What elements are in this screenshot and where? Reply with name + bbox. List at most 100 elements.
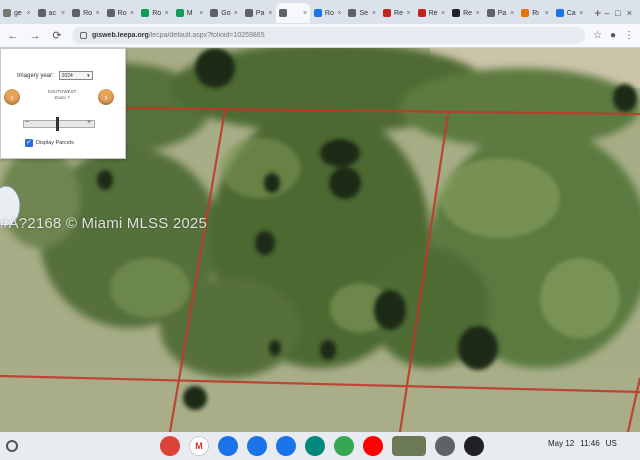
tab-title: Re — [394, 9, 403, 17]
tab-close-icon[interactable]: × — [337, 10, 341, 17]
close-window-icon[interactable]: × — [627, 8, 632, 18]
pan-left-button[interactable]: ‹ — [4, 89, 20, 105]
mls-watermark: #A?2168 © Miami MLSS 2025 — [0, 215, 207, 232]
phone-icon[interactable] — [435, 436, 455, 456]
forward-icon[interactable]: → — [28, 30, 42, 42]
minimize-icon[interactable]: – — [604, 8, 609, 18]
profile-icon[interactable]: ● — [610, 30, 616, 41]
browser-tab[interactable]: Ro × — [69, 3, 103, 23]
tab-title: Ri — [532, 9, 539, 17]
zoom-in-button[interactable]: + — [87, 119, 91, 126]
browser-tab[interactable]: × — [276, 3, 310, 23]
tab-close-icon[interactable]: × — [476, 10, 480, 17]
imagery-year-label: Imagery year: — [17, 72, 54, 79]
tab-title: Ca — [566, 9, 576, 17]
os-shelf: M May 12 11:46 US — [0, 432, 640, 460]
play-icon[interactable] — [334, 436, 354, 456]
browser-tab[interactable]: Re × — [415, 3, 449, 23]
browser-toolbar: ← → ⟳ gisweb.leepa.org/lecpa/default.asp… — [0, 24, 640, 48]
tab-close-icon[interactable]: × — [234, 10, 238, 17]
browser-tab[interactable]: Pa × — [242, 3, 276, 23]
tab-close-icon[interactable]: × — [130, 10, 134, 17]
display-parcels-checkbox[interactable]: ✓ — [25, 139, 33, 147]
browser-tab[interactable]: Ro × — [104, 3, 138, 23]
tab-favicon-icon — [210, 9, 219, 17]
tab-favicon-icon — [417, 9, 426, 17]
tab-title: Re — [463, 9, 473, 17]
tab-favicon-icon — [521, 9, 530, 17]
browser-tab[interactable]: Re × — [449, 3, 483, 23]
launcher-icon[interactable] — [6, 440, 18, 452]
browser-tab[interactable]: Go × — [207, 3, 241, 23]
bookmark-star-icon[interactable]: ☆ — [593, 30, 602, 41]
maximize-icon[interactable]: □ — [615, 8, 620, 18]
display-parcels-label: Display Parcels — [36, 140, 74, 146]
tab-close-icon[interactable]: × — [165, 10, 169, 17]
pan-right-button[interactable]: › — [98, 89, 114, 105]
back-icon[interactable]: ← — [6, 30, 20, 42]
messages-icon[interactable] — [276, 436, 296, 456]
status-suffix: US — [605, 439, 617, 448]
new-tab-button[interactable]: + — [591, 6, 604, 20]
tab-close-icon[interactable]: × — [372, 10, 376, 17]
browser-tab[interactable]: M × — [173, 3, 207, 23]
tab-close-icon[interactable]: × — [545, 10, 549, 17]
window-controls: – □ × — [604, 8, 636, 18]
tab-favicon-icon — [279, 9, 288, 17]
tab-title: Ro — [83, 9, 93, 17]
tab-close-icon[interactable]: × — [199, 10, 203, 17]
photo-thumb-icon[interactable] — [392, 436, 426, 456]
tab-strip: ge × ac × Ro × Ro × Ro × M × Go × Pa × × Ro × Se × Re × Re × Re × P… — [0, 0, 640, 24]
browser-tab[interactable]: Ri × — [518, 3, 552, 23]
tab-title: Pa — [255, 9, 265, 17]
zoom-out-button[interactable]: − — [25, 119, 29, 126]
tab-title: Re — [428, 9, 438, 17]
menu-icon[interactable]: ⋮ — [624, 30, 634, 41]
tab-close-icon[interactable]: × — [406, 10, 410, 17]
chrome-icon[interactable] — [160, 436, 180, 456]
files-icon[interactable] — [218, 436, 238, 456]
browser-tab[interactable]: Ca × — [553, 3, 587, 23]
tab-close-icon[interactable]: × — [61, 10, 65, 17]
tab-close-icon[interactable]: × — [303, 10, 307, 17]
youtube-icon[interactable] — [363, 436, 383, 456]
shelf-apps: M — [160, 436, 484, 456]
imagery-year-row: Imagery year: 2024 ▾ — [17, 71, 93, 80]
tab-close-icon[interactable]: × — [96, 10, 100, 17]
browser-tab[interactable]: Ro × — [311, 3, 345, 23]
gmail-icon[interactable]: M — [189, 436, 209, 456]
status-area[interactable]: May 12 11:46 US — [548, 439, 617, 448]
browser-tab[interactable]: ac × — [35, 3, 69, 23]
tab-close-icon[interactable]: × — [26, 10, 30, 17]
browser-tab[interactable]: Pa × — [484, 3, 518, 23]
tab-favicon-icon — [348, 9, 357, 17]
tab-title: Ro — [152, 9, 162, 17]
browser-tab[interactable]: Ro × — [138, 3, 172, 23]
meet-icon[interactable] — [305, 436, 325, 456]
tab-close-icon[interactable]: × — [268, 10, 272, 17]
tab-favicon-icon — [452, 9, 461, 17]
tab-close-icon[interactable]: × — [441, 10, 445, 17]
tab-title: Ro — [117, 9, 127, 17]
tab-favicon-icon — [244, 9, 253, 17]
address-bar[interactable]: gisweb.leepa.org/lecpa/default.aspx?foli… — [72, 27, 585, 44]
browser-tab[interactable]: Se × — [345, 3, 379, 23]
imagery-control-panel: Imagery year: 2024 ▾ ‹ SOUTHWEST Zoom ? … — [0, 48, 126, 159]
date-text: May 12 — [548, 439, 575, 448]
zoom-slider[interactable] — [23, 120, 95, 128]
chevron-down-icon: ▾ — [87, 72, 90, 79]
tab-close-icon[interactable]: × — [510, 10, 514, 17]
browser-tab[interactable]: ge × — [0, 3, 34, 23]
site-info-icon[interactable] — [80, 32, 87, 39]
reload-icon[interactable]: ⟳ — [50, 29, 64, 42]
tab-favicon-icon — [3, 9, 11, 17]
nav-center-text: SOUTHWEST Zoom ? — [31, 89, 93, 101]
camera-icon[interactable] — [464, 436, 484, 456]
imagery-year-select[interactable]: 2024 ▾ — [58, 71, 93, 80]
zoom-slider-handle[interactable] — [56, 117, 59, 131]
browser-tab[interactable]: Re × — [380, 3, 414, 23]
tasks-icon[interactable] — [247, 436, 267, 456]
chevron-right-icon: › — [104, 92, 108, 102]
tab-title: M — [186, 9, 193, 17]
tab-close-icon[interactable]: × — [579, 10, 583, 17]
